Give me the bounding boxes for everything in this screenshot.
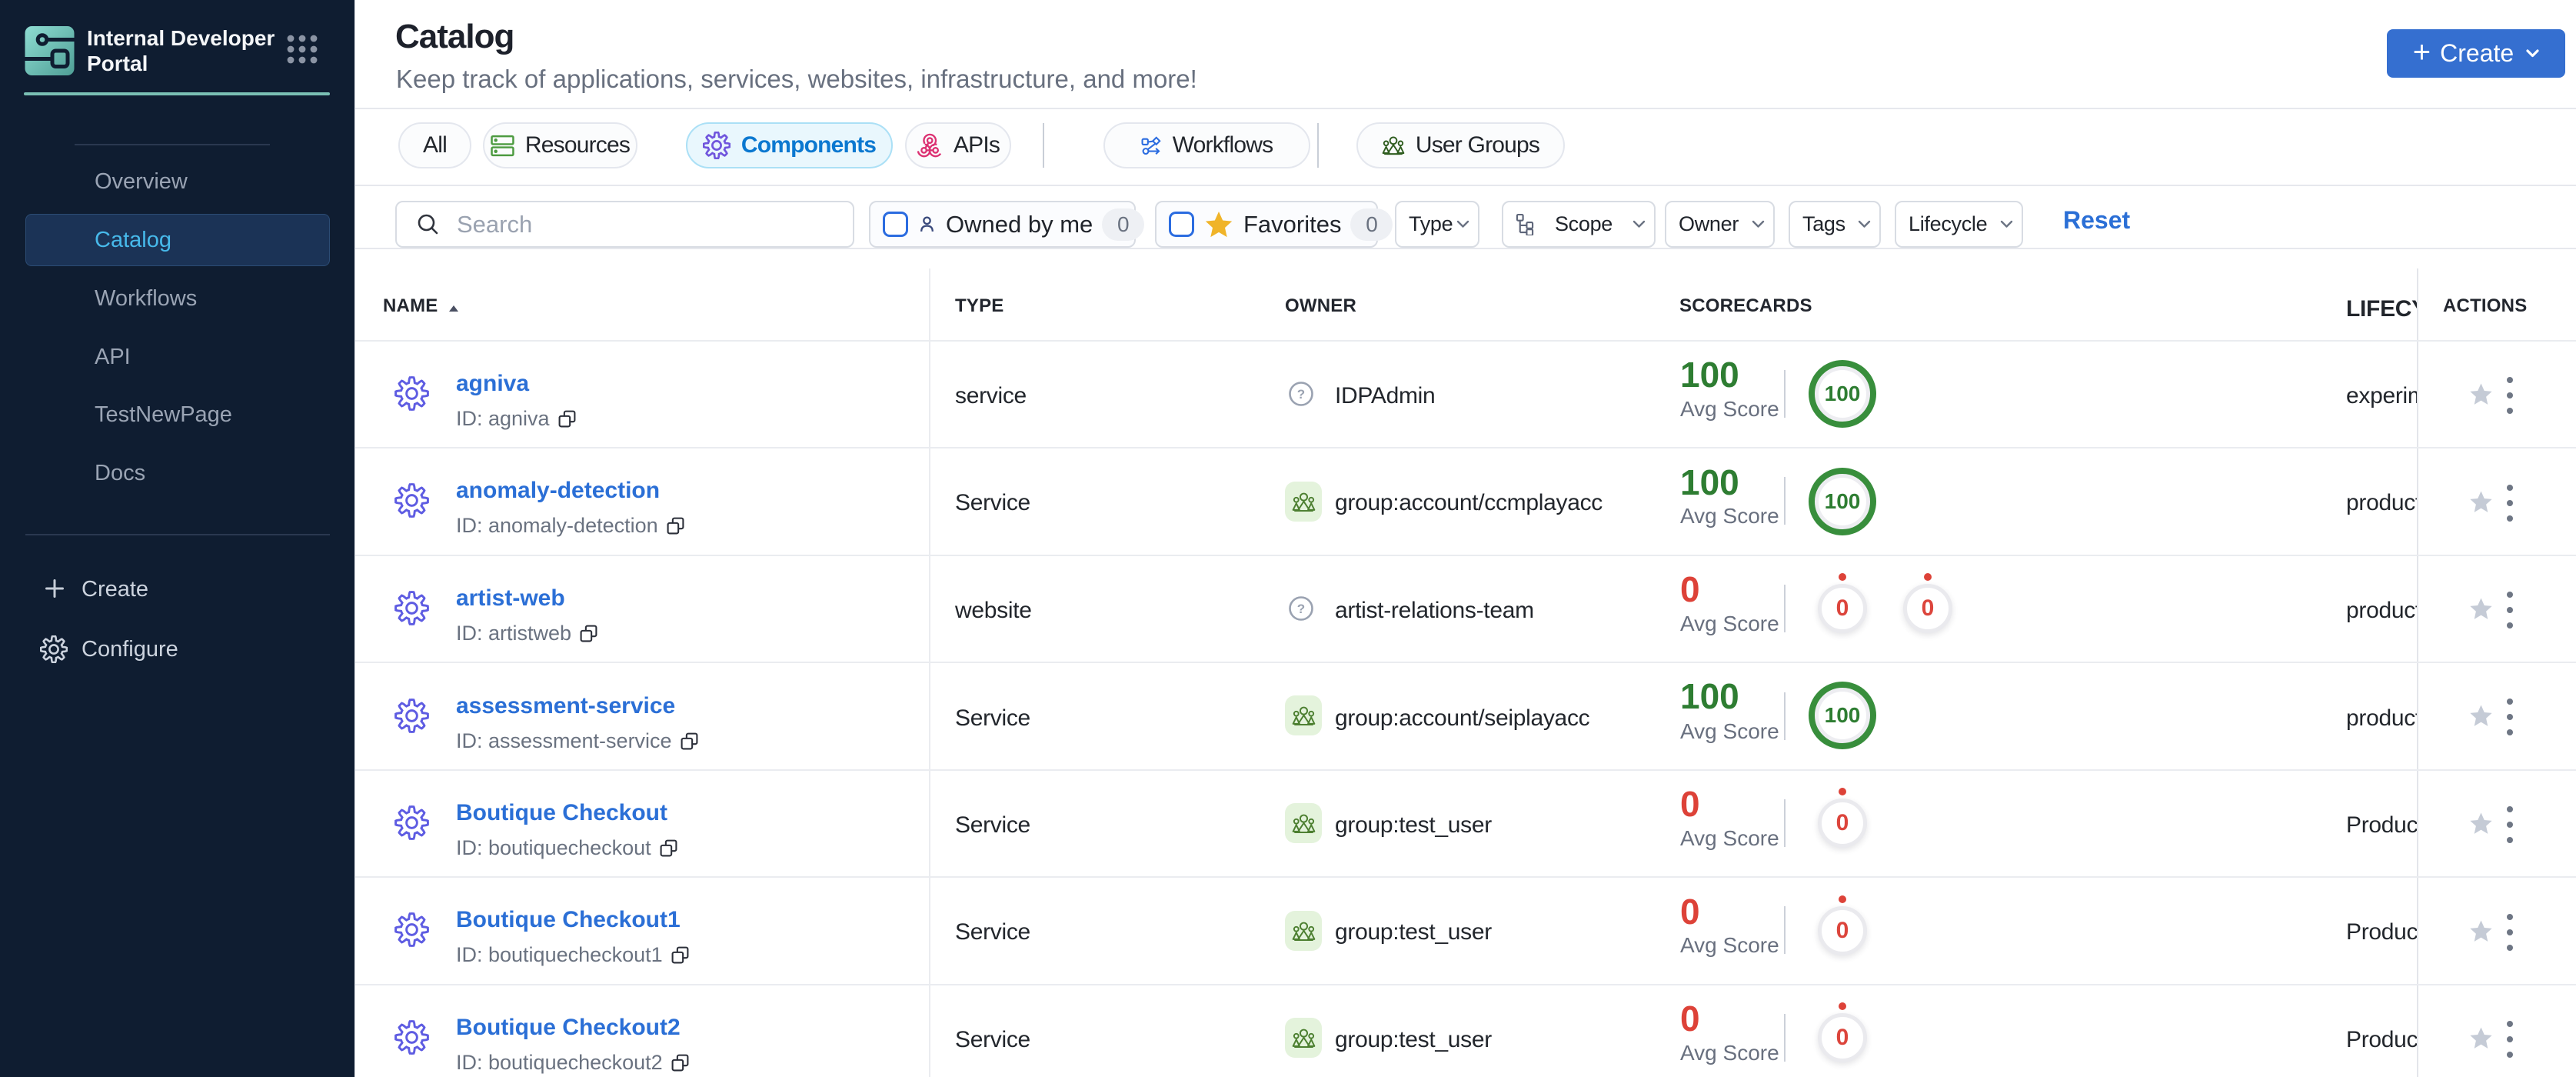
svg-text:?: ? — [1297, 387, 1305, 402]
svg-text:?: ? — [1297, 602, 1305, 616]
